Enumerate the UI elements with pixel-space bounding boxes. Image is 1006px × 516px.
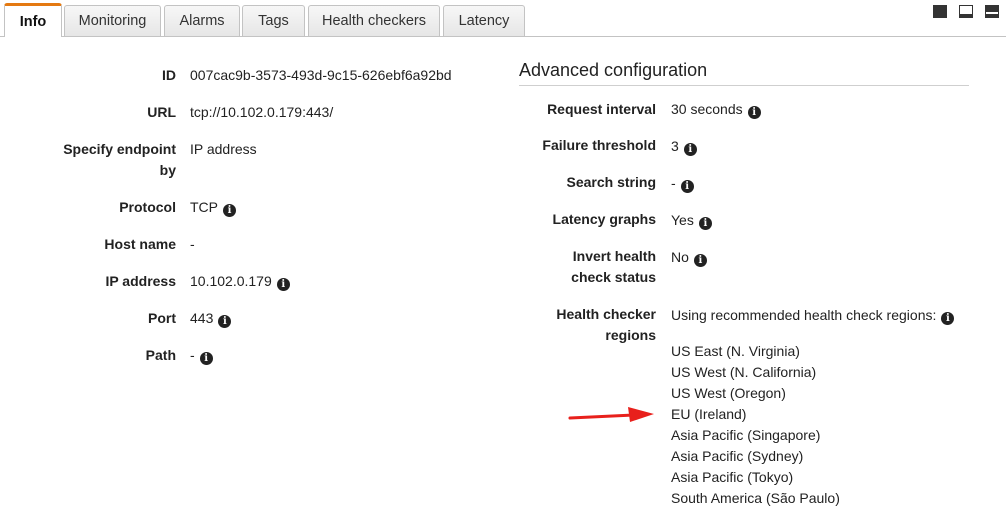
request-interval-value: 30 seconds xyxy=(671,101,743,117)
port-row: 443 i xyxy=(190,308,232,329)
failure-threshold-value: 3 xyxy=(671,138,679,154)
endpoint-value: IP address xyxy=(190,141,257,157)
protocol-label: Protocol xyxy=(119,199,176,215)
tab-monitoring[interactable]: Monitoring xyxy=(64,5,161,36)
region-item: Asia Pacific (Tokyo) xyxy=(671,469,794,485)
region-item: US West (N. California) xyxy=(671,364,817,380)
protocol-value: TCP xyxy=(190,199,218,215)
minimize-icon[interactable] xyxy=(933,5,947,18)
region-item: US East (N. Virginia) xyxy=(671,343,800,359)
invert-label-line2: check status xyxy=(571,269,656,285)
tab-label: Health checkers xyxy=(322,13,426,29)
regions-label-line2: regions xyxy=(605,327,656,343)
invert-health-check-value: No xyxy=(671,249,689,265)
invert-health-check-row: No i xyxy=(671,247,707,268)
tab-health-checkers[interactable]: Health checkers xyxy=(308,5,440,36)
host-name-value: - xyxy=(190,236,195,252)
host-name-label: Host name xyxy=(104,236,176,252)
info-icon[interactable]: i xyxy=(941,312,955,325)
region-item: South America (São Paulo) xyxy=(671,490,840,506)
info-icon[interactable]: i xyxy=(698,217,712,230)
port-value: 443 xyxy=(190,310,214,326)
regions-summary: Using recommended health check regions: xyxy=(671,307,937,323)
tab-label: Monitoring xyxy=(78,13,147,29)
tab-tags[interactable]: Tags xyxy=(242,5,305,36)
ip-address-row: 10.102.0.179 i xyxy=(190,271,290,292)
ip-address-label: IP address xyxy=(105,273,176,289)
section-divider xyxy=(519,85,969,86)
info-icon[interactable]: i xyxy=(199,352,213,365)
health-checker-regions-label: Health checker regions xyxy=(556,304,656,346)
url-value: tcp://10.102.0.179:443/ xyxy=(190,104,334,120)
info-icon[interactable]: i xyxy=(276,278,290,291)
endpoint-label-line1: Specify endpoint xyxy=(63,141,176,157)
latency-graphs-label: Latency graphs xyxy=(552,211,656,227)
failure-threshold-row: 3i xyxy=(671,136,697,157)
region-item: Asia Pacific (Singapore) xyxy=(671,427,821,443)
info-icon[interactable]: i xyxy=(693,254,707,267)
invert-label-line1: Invert health xyxy=(572,248,656,264)
tab-latency[interactable]: Latency xyxy=(443,5,525,36)
info-icon[interactable]: i xyxy=(218,315,232,328)
health-checker-regions-row: Using recommended health check regions: i xyxy=(671,305,955,326)
request-interval-label: Request interval xyxy=(547,101,656,117)
endpoint-label-line2: by xyxy=(159,162,176,178)
region-item: Asia Pacific (Sydney) xyxy=(671,448,804,464)
region-item: US West (Oregon) xyxy=(671,385,786,401)
info-icon[interactable]: i xyxy=(683,143,697,156)
failure-threshold-label: Failure threshold xyxy=(542,137,656,153)
restore-icon[interactable] xyxy=(959,5,973,18)
path-label: Path xyxy=(145,347,176,363)
path-row: -i xyxy=(190,345,213,366)
tab-label: Tags xyxy=(258,13,289,29)
port-label: Port xyxy=(148,310,176,326)
protocol-row: TCP i xyxy=(190,197,236,218)
info-icon[interactable]: i xyxy=(223,204,236,217)
url-label: URL xyxy=(147,104,176,120)
search-string-row: -i xyxy=(671,173,694,194)
tab-label: Alarms xyxy=(179,13,225,29)
search-string-value: - xyxy=(671,175,676,191)
latency-graphs-value: Yes xyxy=(671,212,694,228)
advanced-configuration-title: Advanced configuration xyxy=(519,60,708,80)
endpoint-label: Specify endpoint by xyxy=(63,139,176,181)
tab-label: Info xyxy=(19,13,47,30)
latency-graphs-row: Yes i xyxy=(671,210,712,231)
info-icon[interactable]: i xyxy=(680,180,694,193)
annotation-arrow-icon xyxy=(568,407,654,422)
region-item: EU (Ireland) xyxy=(671,406,747,422)
tab-bar: Info Monitoring Alarms Tags Health check… xyxy=(0,0,1006,37)
regions-label-line1: Health checker xyxy=(556,306,656,322)
info-panel: ID 007cac9b-3573-493d-9c15-626ebf6a92bd … xyxy=(0,37,1006,516)
maximize-icon[interactable] xyxy=(985,5,999,18)
info-icon[interactable]: i xyxy=(747,106,761,119)
tab-info[interactable]: Info xyxy=(4,3,62,37)
invert-health-check-label: Invert health check status xyxy=(571,246,656,288)
request-interval-row: 30 seconds i xyxy=(671,99,761,120)
path-value: - xyxy=(190,347,195,363)
ip-address-value: 10.102.0.179 xyxy=(190,273,272,289)
tab-label: Latency xyxy=(458,13,510,29)
id-label: ID xyxy=(162,67,176,83)
search-string-label: Search string xyxy=(566,174,656,190)
tab-alarms[interactable]: Alarms xyxy=(164,5,240,36)
id-value: 007cac9b-3573-493d-9c15-626ebf6a92bd xyxy=(190,67,452,83)
